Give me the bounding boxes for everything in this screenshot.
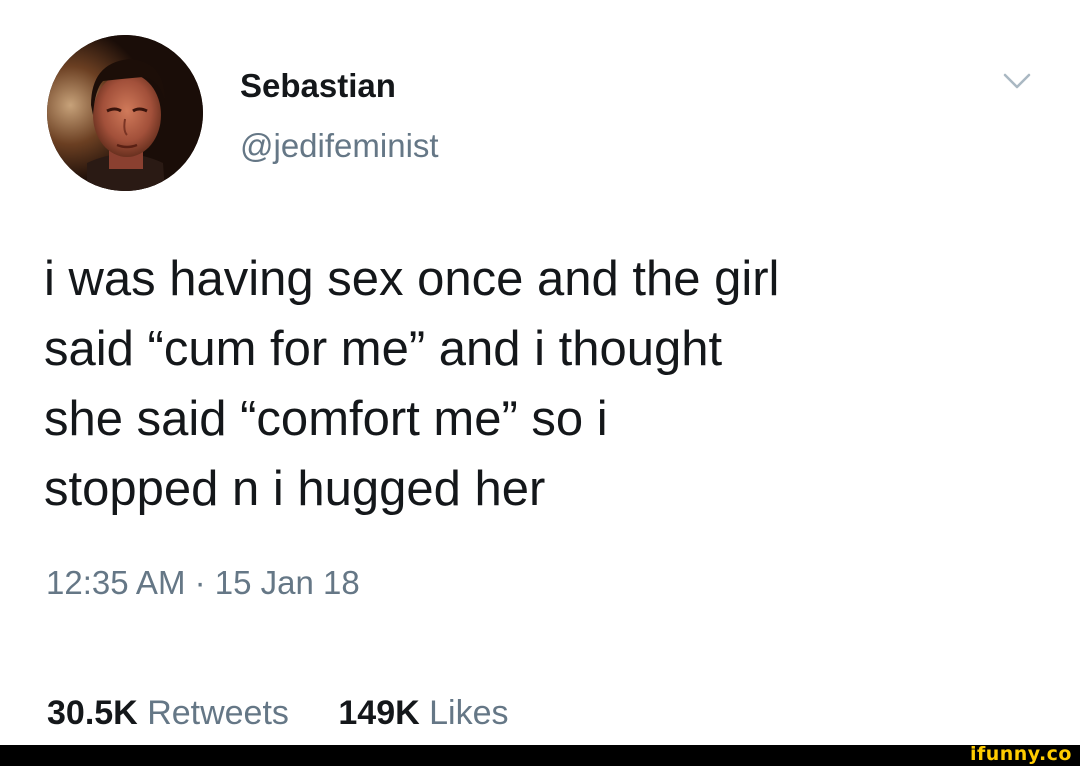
tweet-text-line: she said “comfort me” so i — [44, 392, 608, 446]
tweet-text-line: i was having sex once and the girl — [44, 252, 780, 306]
tweet-text-line: stopped n i hugged her — [44, 462, 546, 516]
ifunny-watermark: ifunny.co — [969, 743, 1072, 765]
retweets-count: 30.5K — [47, 694, 138, 732]
display-name[interactable]: Sebastian — [240, 66, 396, 106]
retweets-label: Retweets — [147, 694, 289, 732]
tweet-card: Sebastian @jedifeminist i was having sex… — [0, 0, 1080, 745]
tweet-stats: 30.5K Retweets 149K Likes — [47, 692, 508, 734]
tweet-text-line: said “cum for me” and i thought — [44, 322, 723, 376]
tweet-text: i was having sex once and the girl said … — [44, 244, 1034, 524]
likes-count: 149K — [338, 694, 420, 732]
likes-label: Likes — [429, 694, 509, 732]
likes-stat[interactable]: 149K Likes — [338, 692, 508, 734]
retweets-stat[interactable]: 30.5K Retweets — [47, 692, 289, 734]
avatar[interactable] — [47, 35, 203, 191]
tweet-timestamp[interactable]: 12:35 AM · 15 Jan 18 — [46, 563, 360, 603]
chevron-down-icon[interactable] — [1002, 70, 1032, 92]
user-handle[interactable]: @jedifeminist — [240, 126, 439, 166]
footer-bar: ifunny.co — [0, 743, 1080, 766]
profile-photo — [47, 35, 203, 191]
